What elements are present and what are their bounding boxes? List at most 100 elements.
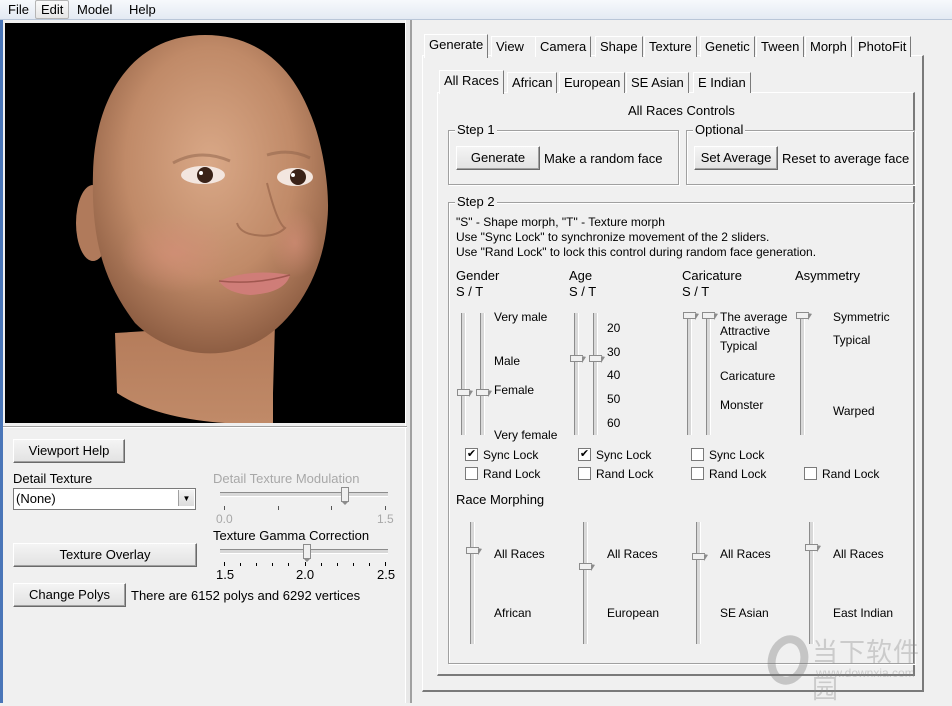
face-render — [76, 35, 329, 423]
set-average-description: Reset to average face — [782, 151, 910, 166]
age-label-60: 60 — [607, 416, 621, 430]
caricature-sync-lock-checkbox[interactable] — [691, 448, 704, 461]
race-slider-east-indian-thumb[interactable] — [805, 544, 818, 552]
face-3d-viewport[interactable] — [5, 23, 405, 423]
gender-sync-lock-checkbox[interactable]: ✔ — [465, 448, 478, 461]
generate-button[interactable]: Generate — [456, 146, 540, 170]
tick — [278, 506, 279, 510]
caricature-shape-thumb[interactable] — [683, 312, 696, 319]
caricature-shape-slider[interactable] — [687, 313, 692, 435]
detail-texture-select[interactable]: (None) ▼ — [13, 488, 196, 510]
age-shape-slider[interactable] — [574, 313, 579, 435]
caricature-label-monster: Monster — [720, 398, 764, 412]
tab-tween[interactable]: Tween — [756, 36, 805, 57]
tab-shape[interactable]: Shape — [595, 36, 643, 57]
subtab-se-asian[interactable]: SE Asian — [626, 72, 689, 93]
tab-texture[interactable]: Texture — [644, 36, 697, 57]
tick — [331, 506, 332, 510]
texture-gamma-label: Texture Gamma Correction — [213, 528, 370, 543]
detail-texture-modulation-slider[interactable] — [220, 492, 388, 497]
menu-model[interactable]: Model — [72, 1, 117, 18]
tick — [256, 563, 258, 566]
gender-shape-slider[interactable] — [461, 313, 466, 435]
tab-photofit[interactable]: PhotoFit — [853, 36, 912, 57]
modulation-min-label: 0.0 — [216, 512, 233, 526]
gender-rand-lock-checkbox[interactable] — [465, 467, 478, 480]
asymmetry-label-symmetric: Symmetric — [833, 310, 890, 324]
tab-genetic[interactable]: Genetic — [700, 36, 755, 57]
caricature-texture-thumb[interactable] — [702, 312, 715, 319]
tab-generate[interactable]: Generate — [424, 34, 489, 58]
race-slider-east-indian[interactable] — [809, 522, 814, 644]
age-label-50: 50 — [607, 392, 621, 406]
tab-morph[interactable]: Morph — [805, 36, 852, 57]
tab-view[interactable]: View — [491, 36, 536, 57]
caricature-texture-slider[interactable] — [706, 313, 711, 435]
gender-shape-thumb[interactable] — [457, 388, 470, 396]
gender-texture-thumb[interactable] — [476, 388, 489, 396]
age-sub: S / T — [569, 284, 597, 299]
gender-label-male: Male — [494, 354, 521, 368]
tick — [288, 563, 290, 566]
caricature-sub: S / T — [682, 284, 710, 299]
caricature-label-typical: Typical — [720, 339, 758, 353]
menu-bar: File Edit Model Help — [0, 0, 952, 20]
optional-title: Optional — [693, 122, 746, 137]
subtab-all-races[interactable]: All Races — [439, 70, 504, 94]
race-top-label: All Races — [607, 547, 658, 561]
menu-file[interactable]: File — [3, 1, 34, 18]
tick — [368, 563, 370, 566]
detail-texture-modulation-thumb[interactable] — [340, 487, 349, 505]
asymmetry-rand-lock-label: Rand Lock — [822, 467, 880, 481]
subtab-african[interactable]: African — [507, 72, 558, 93]
asymmetry-label-typical: Typical — [833, 333, 871, 347]
change-polys-button[interactable]: Change Polys — [13, 583, 126, 607]
help-line-1: "S" - Shape morph, "T" - Texture morph — [456, 215, 665, 229]
menu-edit[interactable]: Edit — [35, 0, 70, 19]
race-slider-european[interactable] — [583, 522, 588, 644]
gender-label-very-female: Very female — [494, 428, 558, 442]
age-texture-slider[interactable] — [593, 313, 598, 435]
chevron-down-icon[interactable]: ▼ — [178, 490, 194, 506]
help-line-2: Use "Sync Lock" to synchronize movement … — [456, 230, 770, 244]
race-bottom-label-african: African — [494, 606, 532, 620]
panel-splitter[interactable] — [410, 20, 412, 703]
race-slider-se-asian-thumb[interactable] — [692, 553, 705, 561]
asymmetry-title: Asymmetry — [795, 268, 860, 283]
gamma-min-label: 1.5 — [216, 567, 235, 582]
subtab-e-indian[interactable]: E Indian — [693, 72, 751, 93]
set-average-button[interactable]: Set Average — [694, 146, 778, 170]
tick — [224, 562, 225, 566]
texture-overlay-button[interactable]: Texture Overlay — [13, 543, 197, 567]
asymmetry-thumb[interactable] — [796, 312, 809, 319]
race-bottom-label-se-asian: SE Asian — [720, 606, 769, 620]
menu-help[interactable]: Help — [124, 1, 161, 18]
viewport-help-button[interactable]: Viewport Help — [13, 439, 125, 463]
race-slider-se-asian[interactable] — [696, 522, 701, 644]
asymmetry-slider[interactable] — [800, 313, 805, 435]
race-slider-african[interactable] — [470, 522, 475, 644]
tab-camera[interactable]: Camera — [535, 36, 592, 57]
age-shape-thumb[interactable] — [570, 354, 583, 362]
tick — [385, 562, 386, 566]
age-rand-lock-label: Rand Lock — [596, 467, 654, 481]
age-rand-lock-checkbox[interactable] — [578, 467, 591, 480]
gender-label-very-male: Very male — [494, 310, 548, 324]
tick — [304, 562, 306, 566]
step1-title: Step 1 — [455, 122, 497, 137]
age-sync-lock-label: Sync Lock — [596, 448, 652, 462]
texture-gamma-thumb[interactable] — [303, 544, 311, 562]
detail-texture-label: Detail Texture — [13, 471, 93, 486]
help-line-3: Use "Rand Lock" to lock this control dur… — [456, 245, 817, 259]
asymmetry-rand-lock-checkbox[interactable] — [804, 467, 817, 480]
age-texture-thumb[interactable] — [589, 354, 602, 362]
gender-texture-slider[interactable] — [480, 313, 485, 435]
detail-texture-value: (None) — [16, 491, 56, 506]
subtab-european[interactable]: European — [559, 72, 626, 93]
race-morphing-title: Race Morphing — [456, 492, 545, 507]
separator — [3, 427, 407, 428]
age-sync-lock-checkbox[interactable]: ✔ — [578, 448, 591, 461]
race-slider-european-thumb[interactable] — [579, 562, 592, 570]
caricature-rand-lock-checkbox[interactable] — [691, 467, 704, 480]
race-slider-african-thumb[interactable] — [466, 546, 479, 554]
